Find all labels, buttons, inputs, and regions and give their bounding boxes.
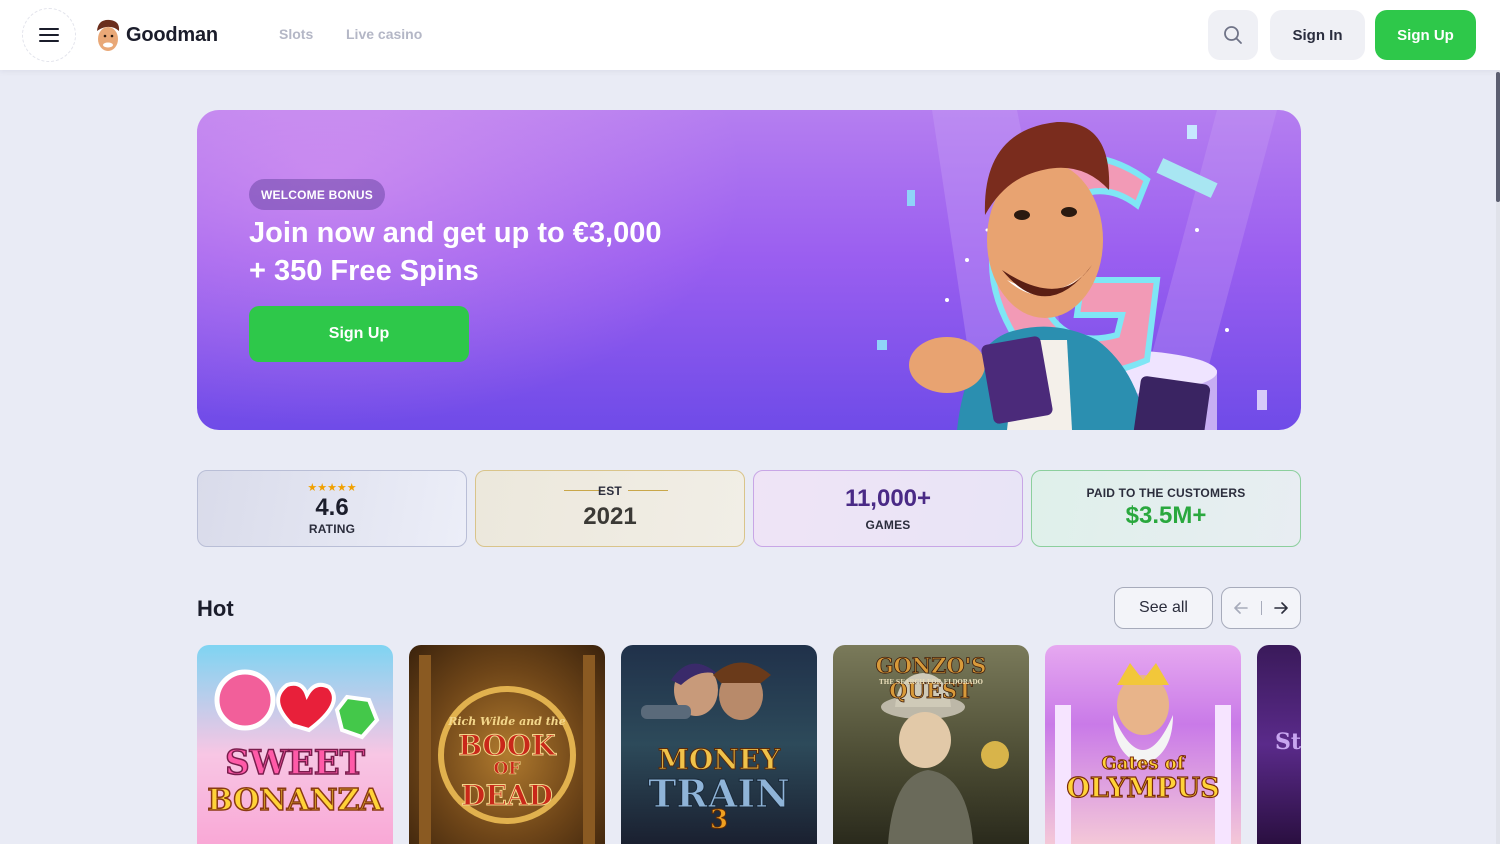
stat-established-card: EST 2021 bbox=[475, 470, 745, 547]
game-tile-partial[interactable]: St bbox=[1257, 645, 1301, 844]
game-tile-book-of-dead[interactable]: Rich Wilde and the BOOK OF DEAD bbox=[409, 645, 605, 844]
game-tile-gonzos-quest[interactable]: GONZO'S QUEST THE SEARCH FOR ELDORADO bbox=[833, 645, 1029, 844]
games-count: 11,000+ bbox=[844, 485, 932, 512]
paid-value: $3.5M+ bbox=[1125, 502, 1207, 529]
carousel-nav bbox=[1221, 587, 1301, 629]
hamburger-icon bbox=[39, 28, 59, 42]
sign-in-button[interactable]: Sign In bbox=[1270, 10, 1365, 60]
paid-label: PAID TO THE CUSTOMERS bbox=[1086, 486, 1246, 500]
nav-live-casino[interactable]: Live casino bbox=[346, 26, 422, 42]
welcome-bonus-badge: WELCOME BONUS bbox=[249, 179, 385, 210]
game-title-line2: THE SEARCH FOR ELDORADO bbox=[879, 679, 983, 686]
sign-up-button[interactable]: Sign Up bbox=[1375, 10, 1476, 60]
game-title-line3: DEAD bbox=[461, 779, 554, 813]
game-title-line2: OF bbox=[493, 759, 521, 780]
game-title-line1: BOOK bbox=[458, 729, 556, 763]
banner-title: Join now and get up to €3,000 + 350 Free… bbox=[249, 217, 662, 287]
carousel-next-button[interactable] bbox=[1261, 588, 1300, 628]
scrollbar-thumb[interactable] bbox=[1496, 72, 1500, 202]
goodman-mascot-icon bbox=[97, 19, 120, 51]
site-header: Goodman Slots Live casino Sign In Sign U… bbox=[0, 0, 1500, 70]
est-year: 2021 bbox=[583, 503, 637, 530]
game-tile-money-train-3[interactable]: MONEY TRAIN 3 bbox=[621, 645, 817, 844]
stat-games-card: 11,000+ GAMES bbox=[753, 470, 1023, 547]
game-title-line1: SWEET bbox=[224, 742, 365, 784]
banner-mascot-illustration bbox=[877, 110, 1277, 430]
game-tile-gates-of-olympus[interactable]: Gates of OLYMPUS bbox=[1045, 645, 1241, 844]
brand-logo[interactable]: Goodman bbox=[94, 16, 218, 54]
search-icon bbox=[1224, 26, 1242, 44]
est-label: EST bbox=[598, 484, 622, 498]
welcome-bonus-banner[interactable]: WELCOME BONUS Join now and get up to €3,… bbox=[197, 110, 1301, 430]
arrow-right-icon bbox=[1273, 602, 1288, 614]
search-button[interactable] bbox=[1208, 10, 1258, 60]
game-title-line1: Gates of bbox=[1101, 753, 1185, 775]
games-label: GAMES bbox=[865, 518, 911, 532]
rating-label: RATING bbox=[308, 522, 356, 536]
zeus-icon bbox=[1055, 663, 1231, 844]
stat-paid-card: PAID TO THE CUSTOMERS $3.5M+ bbox=[1031, 470, 1301, 547]
carousel-prev-button[interactable] bbox=[1222, 588, 1261, 628]
rating-value: 4.6 bbox=[315, 494, 349, 521]
hamburger-menu-button[interactable] bbox=[22, 8, 76, 62]
game-title-line1: St bbox=[1275, 729, 1301, 755]
nav-slots[interactable]: Slots bbox=[279, 26, 313, 42]
rating-stars-icon: ★★★★★ bbox=[307, 482, 357, 494]
see-all-button[interactable]: See all bbox=[1114, 587, 1213, 629]
banner-sign-up-button[interactable]: Sign Up bbox=[249, 306, 469, 362]
game-title-line3: 3 bbox=[709, 805, 729, 836]
arrow-left-icon bbox=[1234, 602, 1249, 614]
game-title-line2: BONANZA bbox=[207, 782, 384, 819]
brand-name: Goodman bbox=[126, 23, 218, 46]
game-title-line2: OLYMPUS bbox=[1066, 772, 1220, 804]
game-tile-sweet-bonanza[interactable]: SWEET BONANZA bbox=[197, 645, 393, 844]
hot-section-title: Hot bbox=[197, 596, 234, 621]
stat-rating-card: ★★★★★ 4.6 RATING bbox=[197, 470, 467, 547]
game-title-line1: GONZO'S QUEST bbox=[875, 653, 987, 704]
game-title-line0: Rich Wilde and the bbox=[448, 715, 566, 728]
